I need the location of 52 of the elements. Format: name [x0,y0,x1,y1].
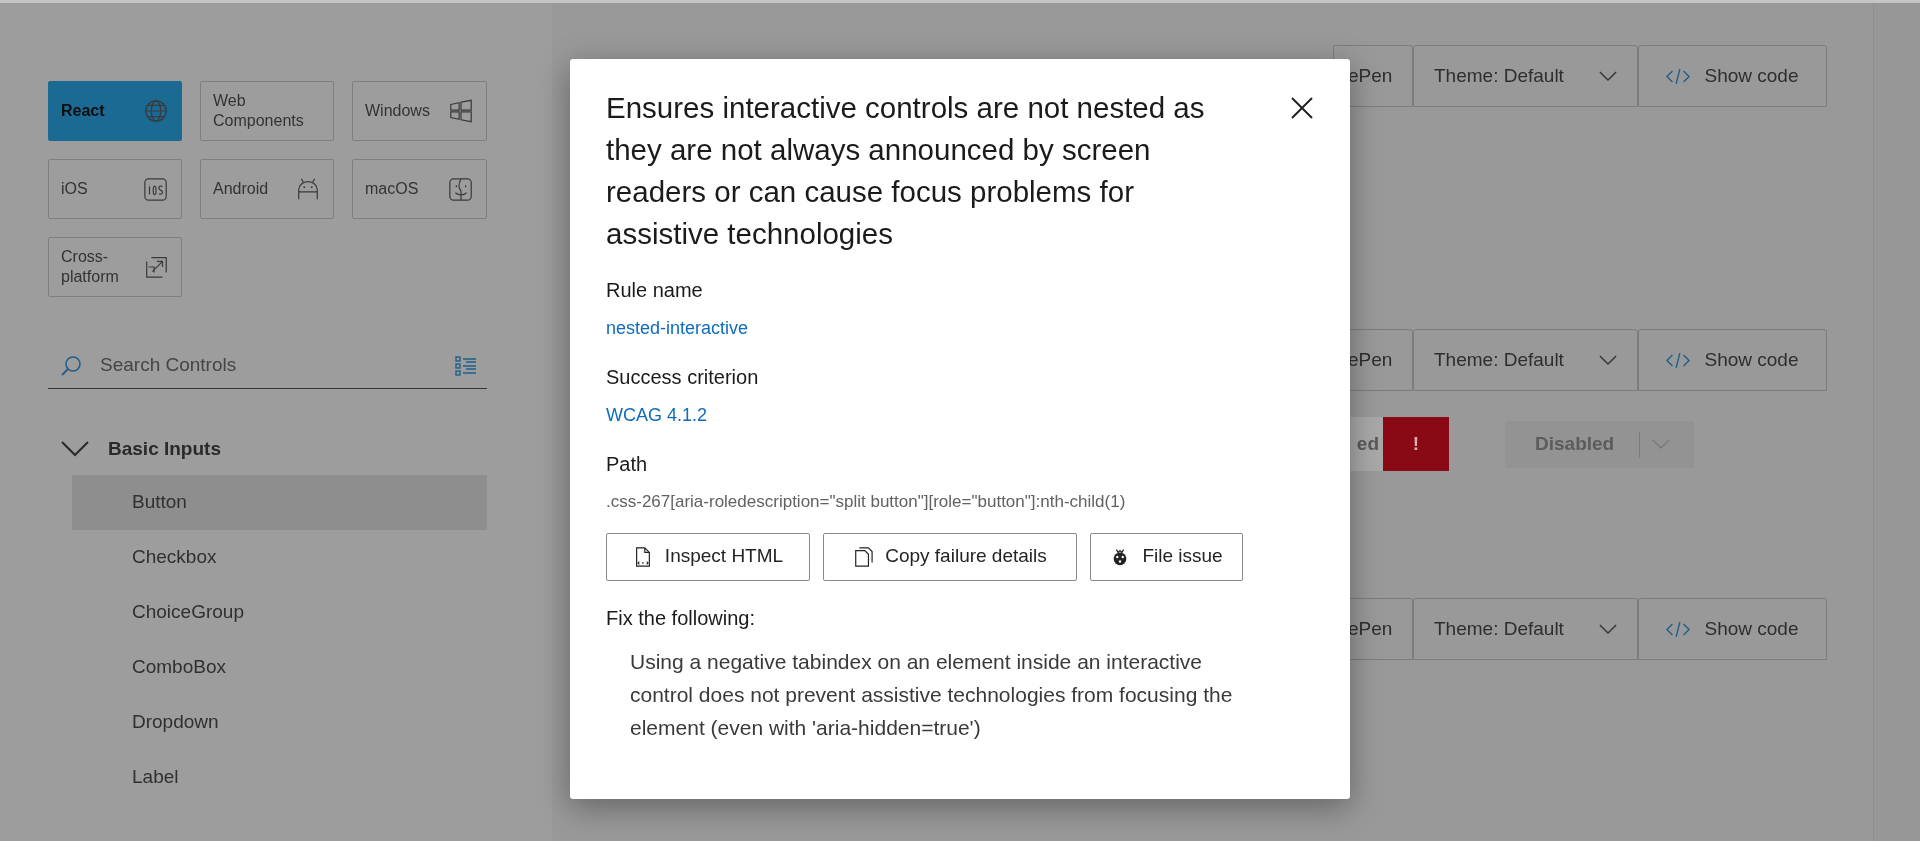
field-label: Path [606,452,649,477]
copy-icon [853,545,874,568]
close-button[interactable] [1290,95,1316,121]
chevron-down-icon [1599,354,1617,366]
nav-item[interactable]: Checkbox [72,530,487,585]
section-heading: Fix the following: [606,605,756,631]
platform-button[interactable]: React [48,81,182,141]
nav-item[interactable]: Button [72,475,487,530]
search-icon [60,354,82,377]
finder-face-icon [448,176,474,202]
criterion-link[interactable]: WCAG 4.1.2 [606,402,708,429]
nav-item[interactable]: Label [72,750,487,805]
nav-item[interactable]: Dropdown [72,695,487,750]
show-code-button[interactable]: Show code [1638,329,1827,391]
fix-description: Using a negative tabindex on an element inside an interactive control does not prevent assistive technologies from focusing the element (even with 'aria-hidden=true') [630,648,1234,741]
chevron-down-icon [1599,70,1617,82]
theme-dropdown[interactable]: Theme: Default [1413,45,1638,107]
chevron-icon[interactable] [60,440,90,458]
search-field[interactable]: Search Controls [100,351,455,380]
chevron-down-icon [1652,439,1671,450]
windows-logo-icon [448,98,474,124]
group-heading[interactable]: Basic Inputs [108,434,221,464]
show-code-button[interactable]: Show code [1638,45,1827,107]
close-icon [1290,96,1314,120]
rule-link[interactable]: nested-interactive [606,315,749,342]
resize-arrow-icon [143,254,169,280]
code-icon [1666,620,1691,638]
action-button[interactable]: Inspect HTML [606,532,810,581]
field-label: Success criterion [606,365,760,390]
nav-item[interactable]: ComboBox [72,640,487,695]
theme-dropdown[interactable]: Theme: Default [1413,329,1638,391]
platform-button[interactable]: Web Components [200,81,334,141]
android-robot-icon [295,176,321,202]
platform-button[interactable]: iOS [48,159,182,219]
dialog-title: Ensures interactive controls are not nested as they are not always announced by screen readers or can cause focus problems for assistive technologies [606,90,1206,252]
action-button[interactable]: File issue [1090,532,1243,581]
nav-item[interactable]: ChoiceGroup [72,585,487,640]
ios-badge-icon [143,176,169,202]
action-button[interactable]: Copy failure details [823,532,1077,581]
platform-button[interactable]: Windows [352,81,487,141]
code-icon [1666,67,1691,85]
path-text: .css-267[aria-roledescription="split button"][role="button"]:nth-child(1) [606,491,1127,513]
show-code-button[interactable]: Show code [1638,598,1827,660]
theme-dropdown[interactable]: Theme: Default [1413,598,1638,660]
platform-button[interactable]: Android [200,159,334,219]
field-label: Rule name [606,278,704,303]
globe-icon [143,98,169,124]
platform-button[interactable]: Cross-platform [48,237,182,297]
platform-button[interactable]: macOS [352,159,487,219]
code-icon [1666,351,1691,369]
split-menu-button[interactable]: ! [1383,417,1449,471]
chevron-down-icon [1599,623,1617,635]
